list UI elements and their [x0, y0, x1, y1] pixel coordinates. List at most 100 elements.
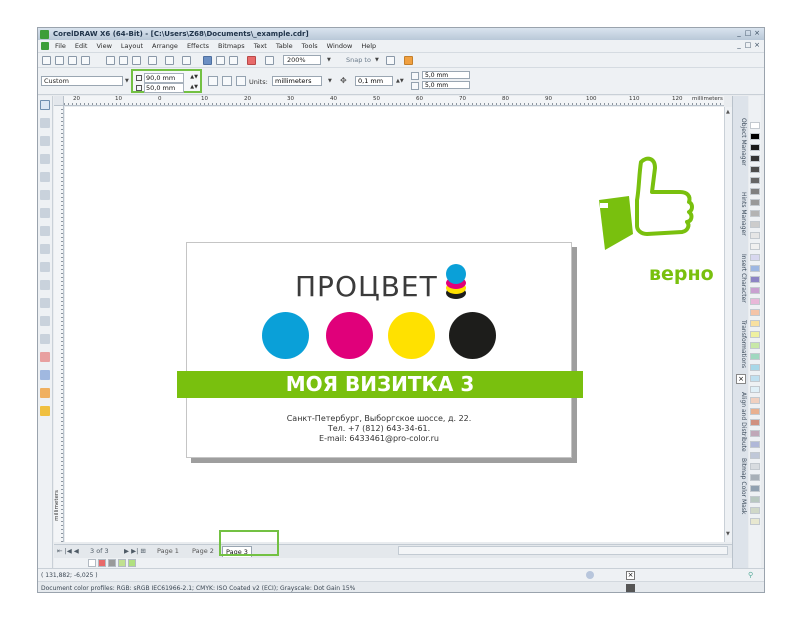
- palette-swatch[interactable]: [750, 386, 760, 393]
- vertical-ruler[interactable]: millimeters: [54, 106, 64, 542]
- portrait-orientation-icon[interactable]: [208, 76, 218, 86]
- page-width-spinner-icon[interactable]: ▲▼: [190, 73, 198, 81]
- palette-swatch[interactable]: [750, 309, 760, 316]
- ruler-origin[interactable]: [54, 96, 64, 106]
- menu-arrange[interactable]: Arrange: [152, 42, 178, 50]
- open-icon[interactable]: [55, 56, 64, 65]
- paste-icon[interactable]: [132, 56, 141, 65]
- outline-color-swatch[interactable]: [626, 584, 635, 592]
- menu-bitmaps[interactable]: Bitmaps: [218, 42, 245, 50]
- landscape-orientation-icon[interactable]: [222, 76, 232, 86]
- eyedropper-tool-icon[interactable]: [40, 352, 50, 362]
- page-height-field[interactable]: 50,0 mm: [144, 83, 184, 93]
- menu-effects[interactable]: Effects: [187, 42, 209, 50]
- color-profiles-text[interactable]: Document color profiles: RGB: sRGB IEC61…: [41, 585, 355, 592]
- vertical-scrollbar[interactable]: ▲ ▼: [724, 107, 732, 542]
- nudge-spinner-icon[interactable]: ▲▼: [396, 78, 404, 84]
- horizontal-ruler[interactable]: 20 10 0 10 20 30 40 50 60 70 80 90 100 1…: [64, 96, 724, 106]
- doc-palette-swatch[interactable]: [118, 559, 126, 567]
- export-icon[interactable]: [216, 56, 225, 65]
- dimension-tool-icon[interactable]: [40, 298, 50, 308]
- palette-swatch[interactable]: [750, 276, 760, 283]
- doc-close-button[interactable]: ×: [753, 41, 761, 50]
- all-pages-icon[interactable]: [236, 76, 246, 86]
- new-document-icon[interactable]: [42, 56, 51, 65]
- palette-swatch[interactable]: [750, 177, 760, 184]
- palette-swatch[interactable]: [750, 188, 760, 195]
- copy-icon[interactable]: [119, 56, 128, 65]
- palette-swatch[interactable]: [750, 408, 760, 415]
- palette-swatch[interactable]: [750, 507, 760, 514]
- doc-palette-swatch[interactable]: [88, 559, 96, 567]
- menu-edit[interactable]: Edit: [75, 42, 88, 50]
- ellipse-tool-icon[interactable]: [40, 226, 50, 236]
- print-icon[interactable]: [81, 56, 90, 65]
- palette-swatch[interactable]: [750, 331, 760, 338]
- scroll-up-icon[interactable]: ▲: [726, 109, 730, 115]
- menu-help[interactable]: Help: [361, 42, 376, 50]
- docker-tab-transformations[interactable]: Transformations: [735, 320, 747, 368]
- palette-swatch[interactable]: [750, 265, 760, 272]
- doc-restore-button[interactable]: □: [744, 41, 752, 50]
- options-icon[interactable]: [386, 56, 395, 65]
- crop-tool-icon[interactable]: [40, 136, 50, 146]
- scroll-down-icon[interactable]: ▼: [726, 531, 730, 537]
- palette-swatch[interactable]: [750, 199, 760, 206]
- palette-swatch[interactable]: [750, 397, 760, 404]
- palette-swatch[interactable]: [750, 254, 760, 261]
- palette-swatch[interactable]: [750, 122, 760, 129]
- business-card-page[interactable]: ПРОЦВЕТ МОЯ ВИЗИТКА 3 Санкт-Петербург, В…: [177, 242, 583, 458]
- zoom-level-field[interactable]: 200%: [283, 55, 321, 65]
- redo-icon[interactable]: [165, 56, 174, 65]
- no-fill-swatch-icon[interactable]: ×: [626, 571, 635, 580]
- docker-tab-bitmap-color-mask[interactable]: Bitmap Color Mask: [735, 458, 747, 514]
- minimize-button[interactable]: _: [735, 29, 743, 38]
- status-tray-icon[interactable]: ⚲: [748, 571, 753, 579]
- palette-swatch[interactable]: [750, 221, 760, 228]
- welcome-screen-icon[interactable]: [265, 56, 274, 65]
- interactive-fill-tool-icon[interactable]: [40, 406, 50, 416]
- palette-swatch[interactable]: [750, 342, 760, 349]
- horizontal-scrollbar[interactable]: [398, 546, 728, 555]
- palette-swatch[interactable]: [750, 485, 760, 492]
- units-select[interactable]: millimeters: [272, 76, 322, 86]
- next-page-icon[interactable]: ▶ ▶| ⊞: [124, 547, 146, 555]
- units-dropdown-arrow-icon[interactable]: ▼: [328, 78, 332, 84]
- corel-connect-icon[interactable]: [404, 56, 413, 65]
- text-tool-icon[interactable]: [40, 262, 50, 272]
- palette-swatch[interactable]: [750, 441, 760, 448]
- duplicate-distance-y-field[interactable]: 5,0 mm: [422, 81, 470, 89]
- doc-minimize-button[interactable]: _: [735, 41, 743, 50]
- zoom-dropdown-arrow-icon[interactable]: ▼: [327, 57, 331, 63]
- page-tab-1[interactable]: Page 1: [154, 546, 182, 557]
- palette-swatch[interactable]: [750, 133, 760, 140]
- pick-tool-icon[interactable]: [40, 100, 50, 110]
- menu-layout[interactable]: Layout: [121, 42, 143, 50]
- preset-dropdown-arrow-icon[interactable]: ▼: [125, 78, 129, 84]
- menu-file[interactable]: File: [55, 42, 66, 50]
- palette-swatch[interactable]: [750, 496, 760, 503]
- palette-swatch[interactable]: [750, 364, 760, 371]
- menu-window[interactable]: Window: [327, 42, 353, 50]
- application-launcher-icon[interactable]: [247, 56, 256, 65]
- palette-swatch[interactable]: [750, 518, 760, 525]
- menu-text[interactable]: Text: [254, 42, 267, 50]
- polygon-tool-icon[interactable]: [40, 244, 50, 254]
- palette-swatch[interactable]: [750, 419, 760, 426]
- drawing-canvas[interactable]: ПРОЦВЕТ МОЯ ВИЗИТКА 3 Санкт-Петербург, В…: [65, 107, 732, 542]
- doc-palette-swatch[interactable]: [98, 559, 106, 567]
- snap-to-dropdown[interactable]: Snap to: [346, 56, 371, 64]
- palette-swatch[interactable]: [750, 298, 760, 305]
- menu-view[interactable]: View: [96, 42, 111, 50]
- palette-swatch[interactable]: [750, 243, 760, 250]
- doc-palette-swatch[interactable]: [128, 559, 136, 567]
- save-icon[interactable]: [68, 56, 77, 65]
- doc-palette-swatch[interactable]: [108, 559, 116, 567]
- palette-swatch[interactable]: [750, 144, 760, 151]
- docker-tab-hints-manager[interactable]: Hints Manager: [735, 192, 747, 236]
- undo-icon[interactable]: [148, 56, 157, 65]
- first-page-icon[interactable]: ⇤ |◀ ◀: [57, 547, 79, 555]
- rectangle-tool-icon[interactable]: [40, 208, 50, 218]
- smart-fill-tool-icon[interactable]: [40, 190, 50, 200]
- palette-swatch[interactable]: [750, 320, 760, 327]
